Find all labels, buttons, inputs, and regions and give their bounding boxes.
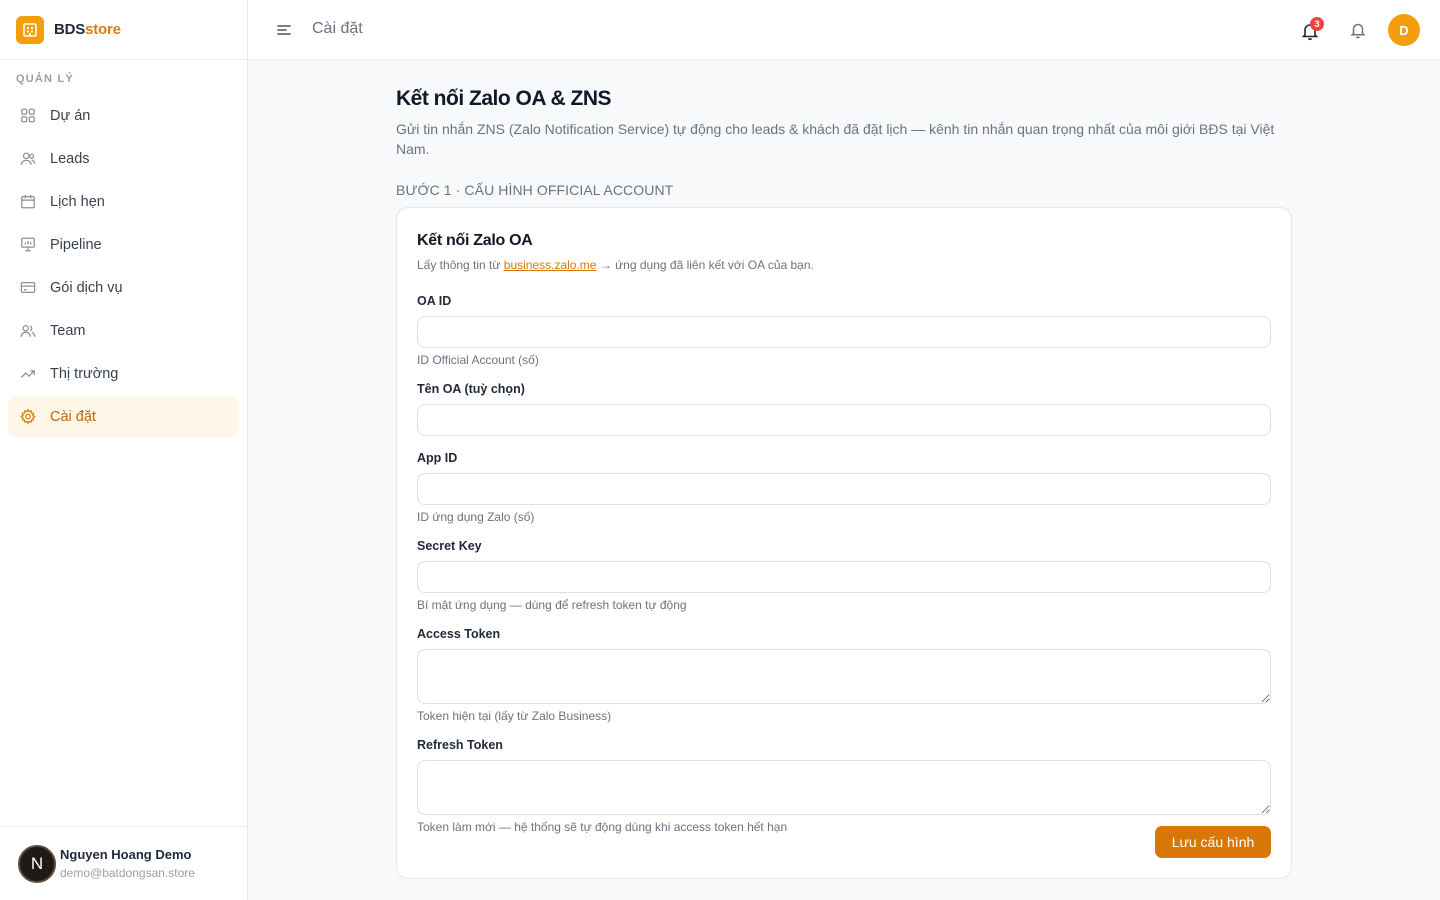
- sidebar-item-goi-dich-vu[interactable]: Gói dịch vụ: [8, 267, 238, 308]
- sidebar-item-label: Team: [50, 322, 86, 339]
- access-token-label: Access Token: [417, 627, 501, 641]
- app-id-input[interactable]: [417, 473, 1271, 505]
- page-title: Kết nối Zalo OA & ZNS: [396, 87, 612, 110]
- credit-card-icon: [20, 280, 36, 296]
- sidebar-item-lich-hen[interactable]: Lịch hẹn: [8, 181, 238, 222]
- alerts-button[interactable]: [1348, 20, 1368, 40]
- main-content: Kết nối Zalo OA & ZNS Gửi tin nhắn ZNS (…: [396, 60, 1292, 879]
- avatar[interactable]: D: [1388, 14, 1420, 46]
- team-icon: [20, 323, 36, 339]
- page-description: Gửi tin nhắn ZNS (Zalo Notification Serv…: [396, 121, 1275, 157]
- user-card[interactable]: N Nguyen Hoang Demo demo@batdongsan.stor…: [0, 826, 247, 900]
- oa-name-group: Tên OA (tuỳ chọn): [417, 380, 1271, 436]
- sidebar-item-label: Leads: [50, 150, 90, 167]
- sidebar-item-team[interactable]: Team: [8, 310, 238, 351]
- app-id-hint: ID ứng dụng Zalo (số): [417, 510, 535, 524]
- bell-icon: [1350, 23, 1366, 39]
- trending-up-icon: [20, 366, 36, 382]
- oa-id-group: OA ID ID Official Account (số): [417, 292, 1271, 367]
- top-header: Cài đặt 3 D: [248, 0, 1440, 60]
- sidebar-item-label: Dự án: [50, 107, 91, 124]
- sidebar-item-leads[interactable]: Leads: [8, 138, 238, 179]
- menu-toggle-icon[interactable]: [276, 22, 292, 38]
- step-label: BƯỚC 1 · CẤU HÌNH OFFICIAL ACCOUNT: [396, 182, 674, 198]
- brand-name-part2: store: [85, 21, 121, 38]
- secret-key-hint: Bí mật ứng dụng — dùng để refresh token …: [417, 598, 687, 612]
- card-subtitle: Lấy thông tin từ business.zalo.me → ứng …: [417, 258, 1271, 272]
- zalo-oa-config-card: Kết nối Zalo OA Lấy thông tin từ busines…: [396, 207, 1292, 879]
- section-label: QUẢN LÝ: [16, 73, 74, 85]
- secret-key-input[interactable]: [417, 561, 1271, 593]
- secret-key-group: Secret Key Bí mật ứng dụng — dùng để ref…: [417, 537, 1271, 612]
- sidebar-item-label: Cài đặt: [50, 408, 96, 425]
- sidebar: BDSstore QUẢN LÝ Dự án Leads Lịch hẹn Pi…: [0, 0, 248, 900]
- brand-name: BDSstore: [54, 21, 121, 38]
- refresh-token-textarea[interactable]: [417, 760, 1271, 815]
- card-subtitle-suffix: → ứng dụng đã liên kết với OA của bạn.: [596, 258, 814, 272]
- oa-id-hint: ID Official Account (số): [417, 353, 539, 367]
- user-name: Nguyen Hoang Demo: [60, 847, 192, 862]
- sidebar-item-du-an[interactable]: Dự án: [8, 95, 238, 136]
- sidebar-item-label: Lịch hẹn: [50, 193, 105, 210]
- notification-count-badge: 3: [1310, 17, 1324, 31]
- app-id-label: App ID: [417, 451, 458, 465]
- access-token-textarea[interactable]: [417, 649, 1271, 704]
- refresh-token-label: Refresh Token: [417, 738, 503, 752]
- brand[interactable]: BDSstore: [0, 0, 247, 60]
- avatar: N: [18, 844, 56, 883]
- oa-name-input[interactable]: [417, 404, 1271, 436]
- sidebar-nav: Dự án Leads Lịch hẹn Pipeline Gói dịch v…: [8, 95, 238, 439]
- save-config-button[interactable]: Lưu cấu hình: [1155, 826, 1271, 858]
- user-email: demo@batdongsan.store: [60, 866, 195, 880]
- business-zalo-link[interactable]: business.zalo.me: [504, 258, 597, 272]
- refresh-token-group: Refresh Token Token làm mới — hệ thống s…: [417, 736, 1271, 834]
- sidebar-item-cai-dat[interactable]: Cài đặt: [8, 396, 238, 437]
- oa-id-label: OA ID: [417, 294, 452, 308]
- refresh-token-hint: Token làm mới — hệ thống sẽ tự động dùng…: [417, 820, 788, 834]
- brand-name-part1: BDS: [54, 21, 86, 38]
- presentation-chart-icon: [20, 237, 36, 253]
- sidebar-item-pipeline[interactable]: Pipeline: [8, 224, 238, 265]
- sidebar-item-label: Thị trường: [50, 365, 119, 382]
- oa-id-input[interactable]: [417, 316, 1271, 348]
- page-breadcrumb: Cài đặt: [312, 20, 363, 37]
- building-icon: [16, 15, 44, 44]
- card-title: Kết nối Zalo OA: [417, 232, 533, 249]
- access-token-hint: Token hiện tại (lấy từ Zalo Business): [417, 709, 612, 723]
- users-icon: [20, 151, 36, 167]
- oa-name-label: Tên OA (tuỳ chọn): [417, 382, 525, 396]
- calendar-icon: [20, 194, 36, 210]
- sidebar-item-label: Pipeline: [50, 236, 102, 253]
- notifications-button[interactable]: 3: [1298, 17, 1324, 42]
- sidebar-item-label: Gói dịch vụ: [50, 279, 123, 296]
- access-token-group: Access Token Token hiện tại (lấy từ Zalo…: [417, 625, 1271, 723]
- secret-key-label: Secret Key: [417, 539, 482, 553]
- sidebar-item-thi-truong[interactable]: Thị trường: [8, 353, 238, 394]
- user-info: Nguyen Hoang Demo demo@batdongsan.store: [60, 847, 195, 880]
- card-subtitle-prefix: Lấy thông tin từ: [417, 258, 504, 272]
- gear-icon: [20, 408, 36, 425]
- app-id-group: App ID ID ứng dụng Zalo (số): [417, 449, 1271, 524]
- grid-icon: [20, 108, 36, 124]
